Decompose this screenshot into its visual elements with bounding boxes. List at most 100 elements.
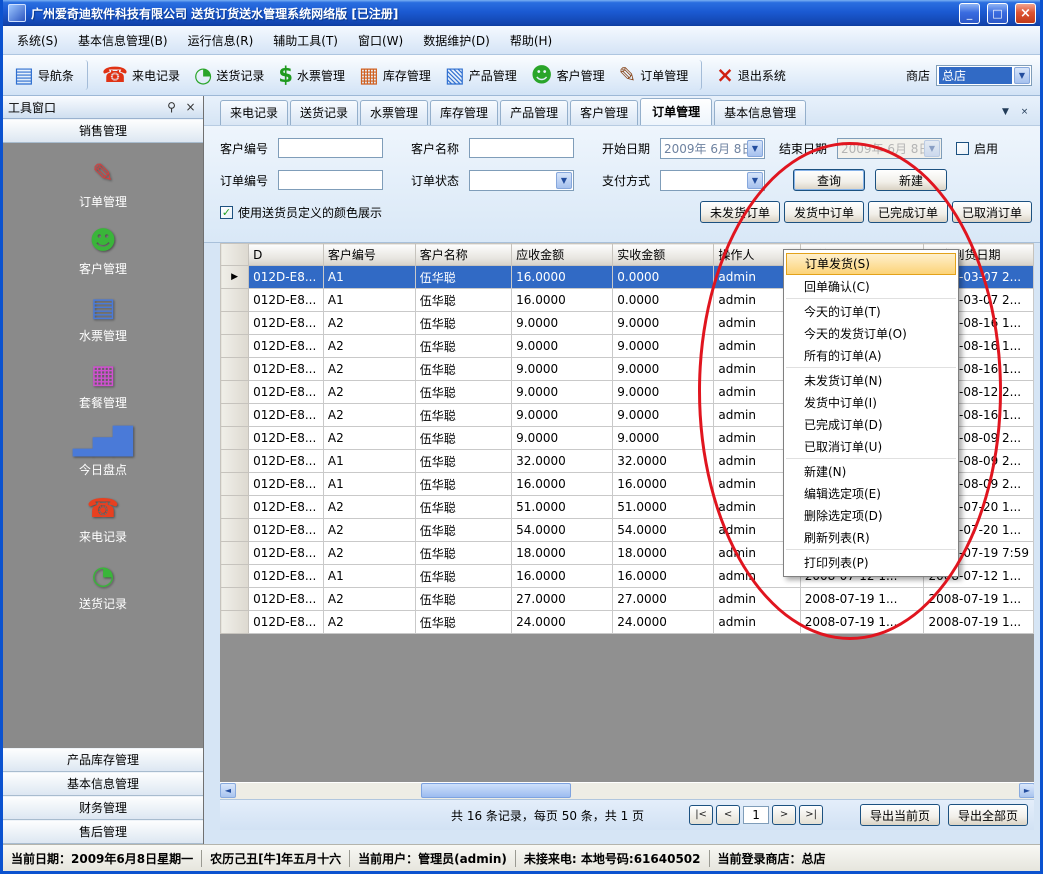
row-selector[interactable]	[221, 473, 249, 496]
sidebar-item[interactable]: ▦ 套餐管理	[3, 352, 203, 419]
horizontal-scrollbar[interactable]: ◄ ►	[220, 782, 1034, 799]
chevron-down-icon[interactable]: ▼	[747, 172, 763, 189]
table-row[interactable]: 012D-E8... A2 伍华聪 24.0000 24.0000 admin …	[221, 611, 1034, 634]
row-selector[interactable]	[221, 588, 249, 611]
tab[interactable]: 水票管理	[360, 100, 428, 125]
toolbar-button[interactable]: ✎ 订单管理	[612, 60, 703, 90]
order-status-filter-button[interactable]: 已完成订单	[868, 201, 948, 223]
export-all-pages-button[interactable]: 导出全部页	[948, 804, 1028, 826]
row-selector[interactable]	[221, 565, 249, 588]
menu-item[interactable]: 数据维护(D)	[413, 28, 500, 53]
toolbar-button[interactable]: ▧ 产品管理	[438, 60, 524, 90]
sidebar-group[interactable]: 产品库存管理	[3, 748, 203, 772]
tab-list-icon[interactable]: ▼	[998, 105, 1013, 120]
toolbar-button[interactable]: ▦ 库存管理	[352, 60, 438, 90]
pin-icon[interactable]: ⚲	[164, 100, 179, 114]
column-header[interactable]: 应收金额	[512, 244, 613, 266]
customer-code-input[interactable]	[278, 138, 383, 158]
table-row[interactable]: 012D-E8... A2 伍华聪 27.0000 27.0000 admin …	[221, 588, 1034, 611]
context-menu-item[interactable]: 刷新列表(R)	[786, 527, 956, 550]
tab[interactable]: 产品管理	[500, 100, 568, 125]
menu-item[interactable]: 运行信息(R)	[178, 28, 264, 53]
chevron-down-icon[interactable]: ▼	[556, 172, 572, 189]
column-header[interactable]: 客户名称	[415, 244, 511, 266]
context-menu-item[interactable]: 未发货订单(N)	[786, 370, 956, 392]
delivery-color-checkbox[interactable]: ✓	[220, 206, 233, 219]
scroll-right-icon[interactable]: ►	[1019, 783, 1034, 798]
menu-item[interactable]: 基本信息管理(B)	[68, 28, 178, 53]
enable-checkbox[interactable]	[956, 142, 969, 155]
order-status-filter-button[interactable]: 已取消订单	[952, 201, 1032, 223]
row-selector[interactable]	[221, 381, 249, 404]
context-menu-item[interactable]: 已完成订单(D)	[786, 414, 956, 436]
toolbar-button[interactable]: $ 水票管理	[271, 60, 352, 90]
close-icon[interactable]: ×	[183, 100, 198, 114]
row-selector[interactable]	[221, 427, 249, 450]
scrollbar-thumb[interactable]	[421, 783, 571, 798]
menu-item[interactable]: 系统(S)	[7, 28, 68, 53]
toolbar-button[interactable]: ◔ 送货记录	[187, 60, 271, 90]
new-button[interactable]: 新建	[875, 169, 947, 191]
query-button[interactable]: 查询	[793, 169, 865, 191]
context-menu-item[interactable]: 所有的订单(A)	[786, 345, 956, 368]
menu-item[interactable]: 帮助(H)	[500, 28, 562, 53]
row-selector[interactable]	[221, 358, 249, 381]
tab[interactable]: 库存管理	[430, 100, 498, 125]
tab[interactable]: 来电记录	[220, 100, 288, 125]
tab[interactable]: 基本信息管理	[714, 100, 806, 125]
context-menu-item[interactable]: 订单发货(S)	[786, 253, 956, 275]
sidebar-item[interactable]: ▤ 水票管理	[3, 285, 203, 352]
toolbar-button[interactable]: ▤ 导航条	[7, 60, 88, 90]
sidebar-item[interactable]: ◔ 送货记录	[3, 553, 203, 620]
toolbar-button[interactable]: ☻ 客户管理	[524, 60, 612, 90]
row-selector[interactable]	[221, 450, 249, 473]
row-selector[interactable]	[221, 289, 249, 312]
row-selector[interactable]	[221, 496, 249, 519]
menu-item[interactable]: 辅助工具(T)	[263, 28, 348, 53]
minimize-button[interactable]: _	[959, 3, 980, 24]
column-header[interactable]: 客户编号	[323, 244, 415, 266]
sidebar-group[interactable]: 售后管理	[3, 820, 203, 844]
sidebar-group[interactable]: 财务管理	[3, 796, 203, 820]
tab[interactable]: 订单管理	[640, 98, 712, 125]
pay-method-select[interactable]: ▼	[660, 170, 765, 191]
row-selector[interactable]	[221, 542, 249, 565]
sidebar-item[interactable]: ✎ 订单管理	[3, 151, 203, 218]
row-selector[interactable]	[221, 519, 249, 542]
order-status-filter-button[interactable]: 发货中订单	[784, 201, 864, 223]
scrollbar-track[interactable]	[236, 783, 1019, 799]
tab-close-icon[interactable]: ×	[1017, 105, 1032, 120]
first-page-button[interactable]: |<	[689, 805, 713, 825]
chevron-down-icon[interactable]: ▼	[1014, 67, 1030, 84]
context-menu-item[interactable]: 编辑选定项(E)	[786, 483, 956, 505]
start-date-picker[interactable]: 2009年 6月 8日 ▼	[660, 138, 765, 159]
sidebar-group-sales[interactable]: 销售管理	[3, 119, 203, 143]
row-selector[interactable]	[221, 404, 249, 427]
next-page-button[interactable]: >	[772, 805, 796, 825]
page-number-input[interactable]	[743, 806, 769, 824]
toolbar-button[interactable]: × 退出系统	[709, 60, 793, 90]
context-menu-item[interactable]: 打印列表(P)	[786, 552, 956, 574]
sidebar-item[interactable]: ☻ 客户管理	[3, 218, 203, 285]
column-header[interactable]: 实收金额	[613, 244, 714, 266]
last-page-button[interactable]: >|	[799, 805, 823, 825]
context-menu-item[interactable]: 回单确认(C)	[786, 276, 956, 299]
column-header[interactable]: D	[249, 244, 324, 266]
context-menu-item[interactable]: 删除选定项(D)	[786, 505, 956, 527]
tab[interactable]: 送货记录	[290, 100, 358, 125]
chevron-down-icon[interactable]: ▼	[747, 140, 763, 157]
grid-corner-cell[interactable]	[221, 244, 249, 266]
row-selector[interactable]	[221, 335, 249, 358]
sidebar-item[interactable]: ▂▅█ 今日盘点	[3, 419, 203, 486]
sidebar-item[interactable]: ☎ 来电记录	[3, 486, 203, 553]
prev-page-button[interactable]: <	[716, 805, 740, 825]
menu-item[interactable]: 窗口(W)	[348, 28, 413, 53]
row-selector[interactable]	[221, 611, 249, 634]
toolbar-button[interactable]: ☎ 来电记录	[95, 60, 187, 90]
context-menu-item[interactable]: 今天的发货订单(O)	[786, 323, 956, 345]
customer-name-input[interactable]	[469, 138, 574, 158]
order-status-filter-button[interactable]: 未发货订单	[700, 201, 780, 223]
row-selector[interactable]	[221, 312, 249, 335]
context-menu-item[interactable]: 今天的订单(T)	[786, 301, 956, 323]
context-menu-item[interactable]: 新建(N)	[786, 461, 956, 483]
